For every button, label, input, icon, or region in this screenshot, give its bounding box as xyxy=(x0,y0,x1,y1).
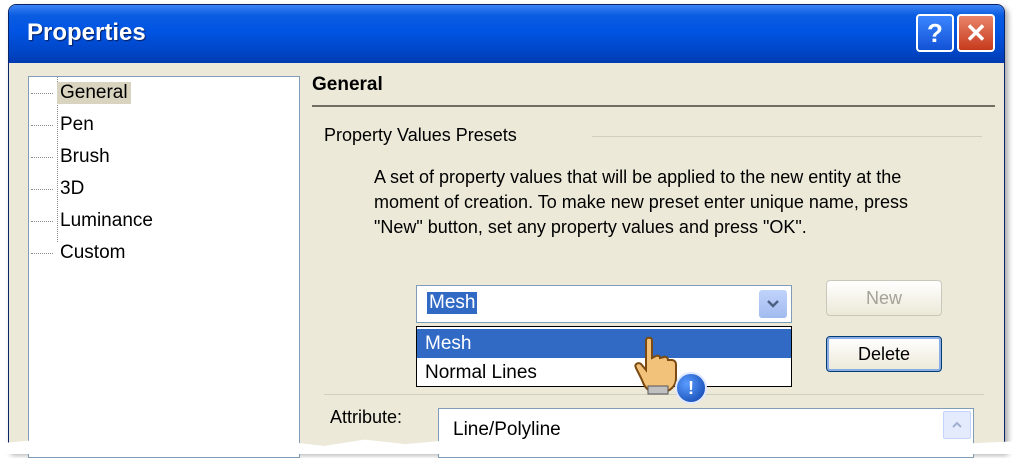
tree-item-label: Luminance xyxy=(60,210,153,231)
preset-dropdown-list[interactable]: Mesh Normal Lines xyxy=(416,326,792,387)
dropdown-option-mesh[interactable]: Mesh xyxy=(417,329,791,358)
tree-branch xyxy=(31,253,53,254)
tree-item-label: Brush xyxy=(60,146,110,167)
tree-branch xyxy=(31,189,53,190)
tree-item-brush[interactable]: Brush xyxy=(31,143,113,171)
title-bar[interactable]: Properties ? ✕ xyxy=(9,5,1004,63)
tree-branch xyxy=(31,93,53,94)
preset-combobox[interactable]: Mesh xyxy=(416,285,792,323)
section-title: General xyxy=(312,74,383,95)
group-label: Property Values Presets xyxy=(324,125,517,145)
tree-item-label: General xyxy=(57,82,131,104)
attribute-label: Attribute: xyxy=(330,407,403,427)
scroll-up-icon[interactable] xyxy=(943,411,971,439)
category-tree[interactable]: General Pen Brush 3D Luminance Custom xyxy=(28,76,300,458)
section-divider xyxy=(312,105,995,107)
close-icon: ✕ xyxy=(965,17,987,48)
delete-button[interactable]: Delete xyxy=(826,336,942,372)
tree-item-label: 3D xyxy=(60,178,85,199)
tree-item-pen[interactable]: Pen xyxy=(31,111,97,139)
chevron-down-icon[interactable] xyxy=(759,290,787,318)
attribute-value: Line/Polyline xyxy=(453,419,561,440)
question-icon: ? xyxy=(927,17,943,48)
preset-description: A set of property values that will be ap… xyxy=(374,167,908,237)
tree-branch xyxy=(31,221,53,222)
info-badge-icon: ! xyxy=(675,372,707,404)
tree-item-general[interactable]: General xyxy=(31,79,131,107)
preset-combobox-value: Mesh xyxy=(427,292,478,314)
tree-branch xyxy=(31,125,53,126)
tree-branch xyxy=(31,157,53,158)
group-divider xyxy=(592,136,982,137)
close-button[interactable]: ✕ xyxy=(957,14,995,52)
new-button[interactable]: New xyxy=(826,280,942,316)
dropdown-option-normal-lines[interactable]: Normal Lines xyxy=(417,358,791,387)
tree-item-custom[interactable]: Custom xyxy=(31,239,128,267)
help-button[interactable]: ? xyxy=(916,14,954,52)
window-title: Properties xyxy=(27,19,146,46)
tree-item-label: Custom xyxy=(60,242,126,263)
tree-item-luminance[interactable]: Luminance xyxy=(31,207,156,235)
tree-item-label: Pen xyxy=(60,114,94,135)
tree-item-3d[interactable]: 3D xyxy=(31,175,87,203)
